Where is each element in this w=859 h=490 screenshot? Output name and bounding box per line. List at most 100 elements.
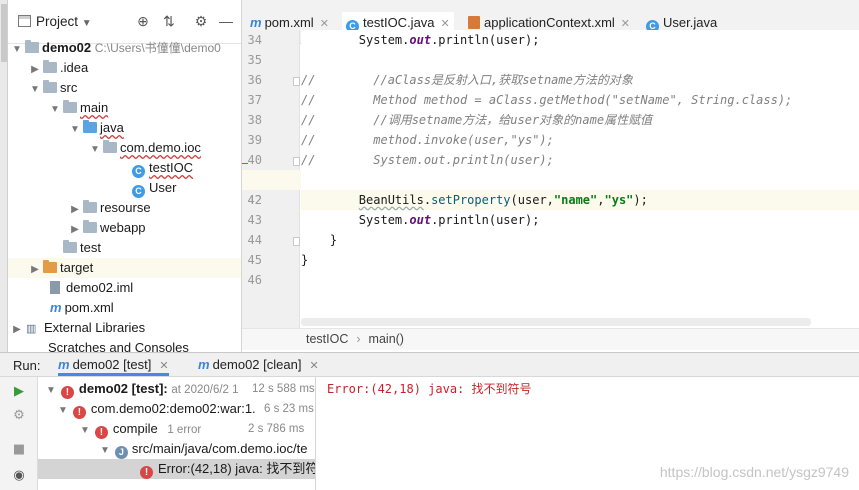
tree-item-java[interactable]: ▼ java bbox=[8, 118, 241, 140]
breadcrumb-class[interactable]: testIOC bbox=[306, 332, 348, 346]
chevron-down-icon[interactable]: ▼ bbox=[46, 385, 56, 396]
run-tab-demo02-test[interactable]: m demo02 [test] ✕ bbox=[58, 357, 169, 376]
fold-marker-icon[interactable] bbox=[293, 77, 300, 86]
chevron-right-icon[interactable]: ▶ bbox=[30, 260, 40, 280]
tree-item-scratches[interactable]: Scratches and Consoles bbox=[8, 338, 241, 352]
chevron-down-icon[interactable]: ▼ bbox=[50, 100, 60, 120]
folder-icon bbox=[63, 100, 77, 113]
project-view-selector[interactable]: Project ▼ bbox=[18, 14, 92, 29]
chevron-down-icon[interactable]: ▼ bbox=[12, 40, 22, 60]
tree-item-webapp[interactable]: ▶ webapp bbox=[8, 218, 241, 240]
xml-file-icon bbox=[468, 16, 480, 29]
build-node-file[interactable]: ▼ Jsrc/main/java/com.demo.ioc/te bbox=[38, 439, 315, 459]
fold-marker-icon[interactable] bbox=[293, 237, 300, 246]
line-number: 37 bbox=[247, 93, 262, 107]
maven-icon: m bbox=[198, 357, 210, 372]
stop-icon[interactable]: ■ bbox=[11, 442, 27, 458]
line-number: 40 bbox=[247, 153, 262, 167]
line-number: 39 bbox=[247, 133, 262, 147]
build-node-time: 2 s 786 ms bbox=[248, 423, 305, 435]
chevron-down-icon[interactable]: ▼ bbox=[100, 445, 110, 456]
tree-label: com.demo.ioc bbox=[120, 140, 201, 155]
build-node-meta: at 2020/6/2 1 bbox=[171, 384, 239, 396]
chevron-right-icon[interactable]: ▶ bbox=[70, 200, 80, 220]
collapse-all-icon[interactable]: ⇅ bbox=[161, 13, 177, 29]
tree-item-test[interactable]: test bbox=[8, 238, 241, 258]
code-line-40: // System.out.println(user); bbox=[301, 153, 554, 167]
build-node-module[interactable]: ▼! com.demo02:demo02:war:1. 6 s 23 ms bbox=[38, 399, 315, 419]
tab-label: applicationContext.xml bbox=[484, 15, 615, 30]
chevron-right-icon[interactable]: ▶ bbox=[30, 60, 40, 80]
tree-item-testioc[interactable]: CtestIOC bbox=[8, 158, 241, 178]
line-number: 46 bbox=[247, 273, 262, 287]
chevron-down-icon[interactable]: ▼ bbox=[90, 140, 100, 160]
tree-item-pom-xml[interactable]: m pom.xml bbox=[8, 298, 241, 318]
maven-icon: m bbox=[58, 357, 70, 372]
close-icon[interactable]: ✕ bbox=[309, 360, 318, 372]
build-node-compile[interactable]: ▼! compile 1 error 2 s 786 ms bbox=[38, 419, 315, 439]
project-tool-tab[interactable] bbox=[1, 4, 7, 62]
chevron-down-icon[interactable]: ▼ bbox=[30, 80, 40, 100]
error-icon: ! bbox=[72, 406, 86, 419]
breadcrumb-method[interactable]: main() bbox=[369, 332, 404, 346]
line-number: 45 bbox=[247, 253, 262, 267]
tree-label: src bbox=[60, 80, 78, 95]
tree-item-target[interactable]: ▶ target bbox=[8, 258, 241, 280]
tree-label: java bbox=[100, 120, 124, 135]
error-icon: ! bbox=[140, 466, 153, 479]
build-node-error[interactable]: ! Error:(42,18) java: 找不到符号 bbox=[38, 459, 315, 479]
web-folder-icon bbox=[83, 220, 97, 233]
library-icon: ▥ bbox=[26, 323, 37, 335]
close-icon[interactable]: ✕ bbox=[159, 360, 168, 372]
tree-item-external-libraries[interactable]: ▶ ▥ External Libraries bbox=[8, 318, 241, 340]
chevron-right-icon[interactable]: ▶ bbox=[70, 220, 80, 240]
locate-icon[interactable]: ⊕ bbox=[135, 13, 151, 29]
tree-item-demo02-iml[interactable]: demo02.iml bbox=[8, 278, 241, 298]
rerun-icon[interactable]: ▶ bbox=[11, 384, 27, 400]
build-node-label: demo02 [test]: bbox=[78, 381, 168, 396]
toggle-view-icon[interactable]: ⚙ bbox=[11, 408, 27, 424]
maven-icon: m bbox=[250, 15, 262, 30]
breadcrumb: testIOC › main() bbox=[242, 328, 859, 350]
build-node-label: src/main/java/com.demo.ioc/te bbox=[131, 441, 308, 456]
tab-label: User.java bbox=[663, 15, 718, 30]
tab-label: demo02 [clean] bbox=[212, 357, 302, 372]
console-error-message: Error:(42,18) java: 找不到符号 bbox=[327, 382, 532, 396]
tree-item-src[interactable]: ▼ src bbox=[8, 78, 241, 100]
tree-label: main bbox=[80, 100, 109, 115]
tree-item-user[interactable]: C User bbox=[8, 178, 241, 198]
close-icon[interactable]: ✕ bbox=[441, 18, 450, 30]
fold-marker-icon[interactable] bbox=[293, 157, 300, 166]
tree-item-resourse[interactable]: ▶ resourse bbox=[8, 198, 241, 220]
tree-label: External Libraries bbox=[44, 320, 146, 335]
eye-icon[interactable]: ◉ bbox=[11, 468, 27, 484]
tree-item-com-demo-ioc[interactable]: ▼ com.demo.ioc bbox=[8, 138, 241, 160]
build-node-root[interactable]: ▼! demo02 [test]: at 2020/6/2 1 12 s 588 m… bbox=[38, 379, 315, 399]
tree-item-main[interactable]: ▼ main bbox=[8, 98, 241, 120]
tree-item-idea[interactable]: ▶ .idea bbox=[8, 58, 241, 80]
chevron-right-icon[interactable]: ▶ bbox=[12, 320, 22, 340]
build-node-meta: 1 error bbox=[167, 424, 202, 436]
package-icon bbox=[103, 140, 117, 153]
code-line-39: // method.invoke(user,"ys"); bbox=[301, 133, 554, 147]
gear-icon[interactable]: ⚙ bbox=[193, 13, 209, 29]
tree-label: test bbox=[80, 240, 101, 255]
close-icon[interactable]: ✕ bbox=[320, 18, 329, 30]
chevron-down-icon[interactable]: ▼ bbox=[70, 120, 80, 140]
horizontal-scrollbar[interactable] bbox=[301, 318, 811, 326]
hide-icon[interactable]: — bbox=[218, 13, 234, 29]
chevron-down-icon[interactable]: ▼ bbox=[58, 405, 68, 416]
code-editor[interactable]: System.out.println(user); // //aClass是反射… bbox=[301, 30, 859, 330]
code-line-42: BeanUtils.setProperty(user,"name","ys"); bbox=[301, 190, 859, 210]
tree-item-demo02[interactable]: ▼ demo02 C:\Users\书僮僮\demo0 bbox=[8, 38, 241, 60]
maven-icon: m bbox=[50, 300, 62, 315]
run-tab-demo02-clean[interactable]: m demo02 [clean] ✕ bbox=[198, 357, 319, 372]
tree-label: testIOC bbox=[149, 160, 194, 175]
build-node-time: 12 s 588 ms bbox=[252, 383, 315, 395]
build-node-time: 6 s 23 ms bbox=[264, 403, 314, 415]
close-icon[interactable]: ✕ bbox=[621, 18, 630, 30]
line-number: 36 bbox=[247, 73, 262, 87]
chevron-down-icon[interactable]: ▼ bbox=[80, 425, 90, 436]
project-tree: ▼ demo02 C:\Users\书僮僮\demo0 ▶ .idea ▼ src ▼… bbox=[8, 38, 241, 352]
